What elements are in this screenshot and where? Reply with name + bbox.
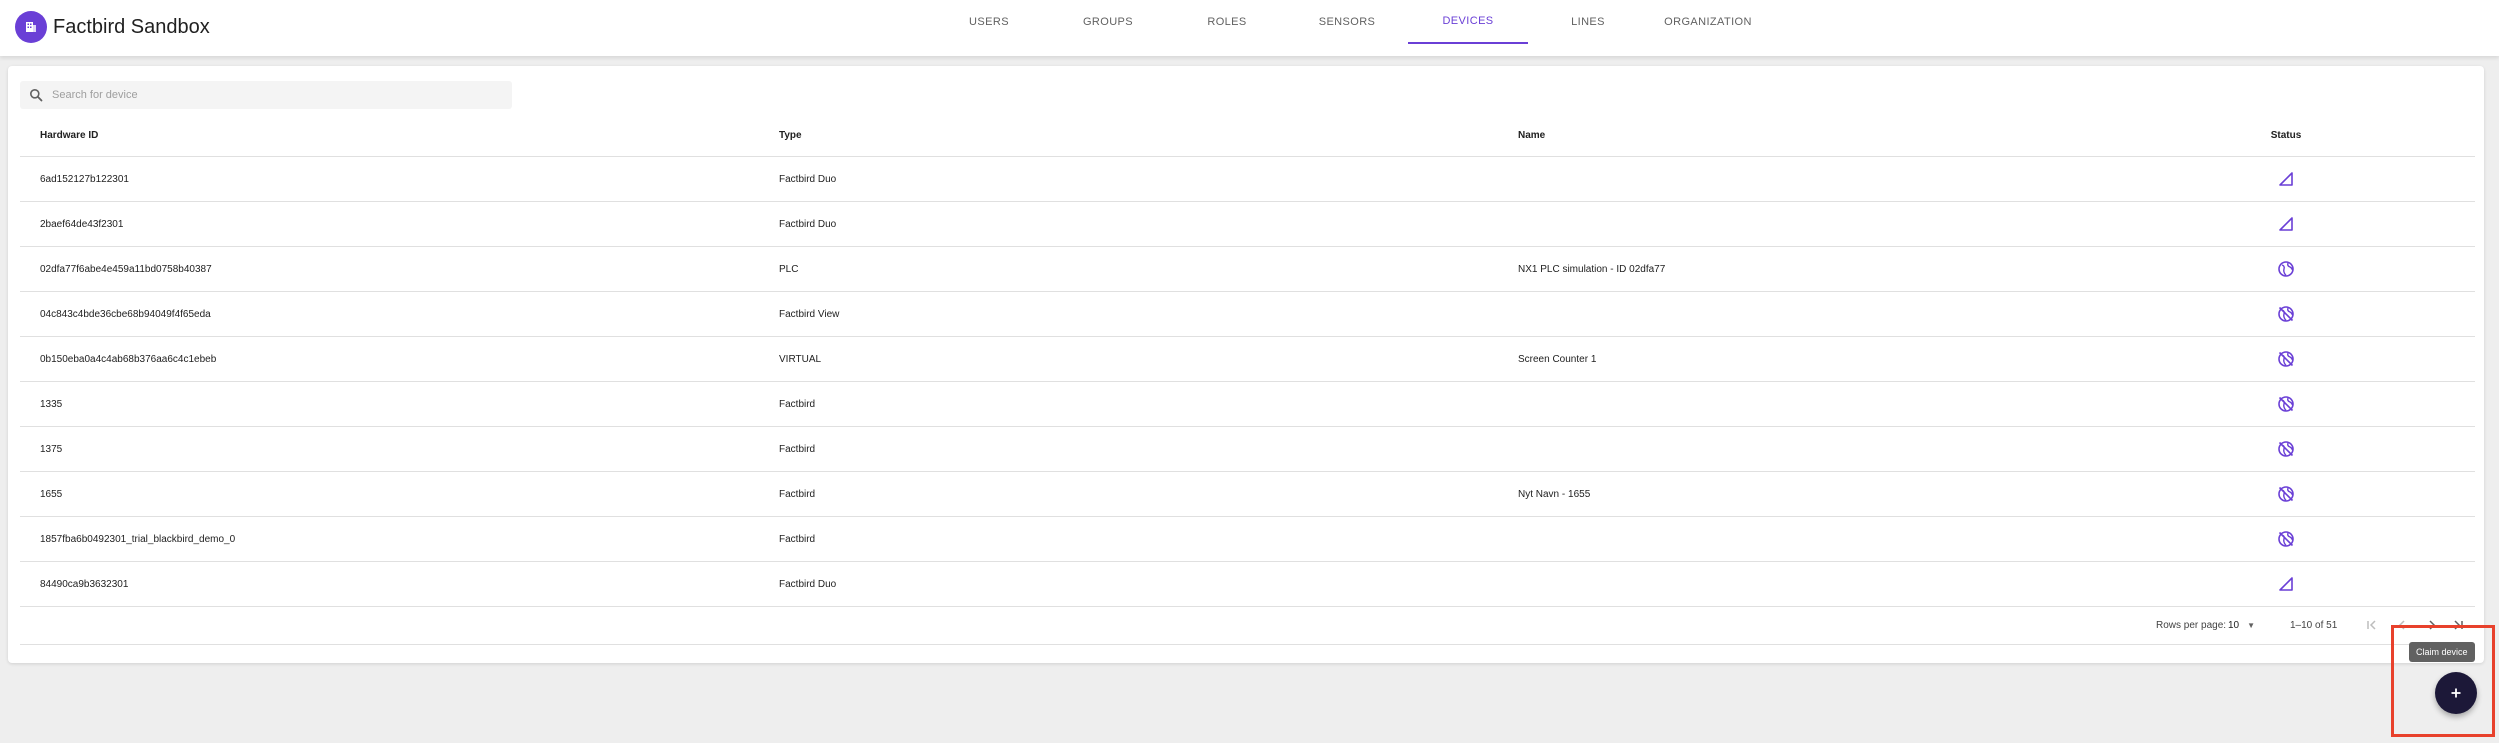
signal-icon bbox=[2279, 577, 2293, 591]
rows-per-page-value: 10 bbox=[2228, 619, 2240, 631]
status-cell bbox=[2256, 562, 2316, 606]
rows-per-page-label: Rows per page: bbox=[2156, 619, 2227, 631]
status-cell bbox=[2256, 202, 2316, 246]
status-cell bbox=[2256, 517, 2316, 561]
type-cell: Factbird Duo bbox=[779, 578, 837, 590]
status-cell bbox=[2256, 247, 2316, 291]
building-icon[interactable] bbox=[15, 11, 47, 43]
table-body: 6ad152127b122301 Factbird Duo 2baef64de43f… bbox=[20, 157, 2475, 607]
claim-device-tooltip: Claim device bbox=[2409, 642, 2475, 662]
type-cell: VIRTUAL bbox=[779, 353, 822, 365]
type-cell: Factbird Duo bbox=[779, 218, 837, 230]
type-cell: PLC bbox=[779, 263, 799, 275]
status-cell bbox=[2256, 427, 2316, 471]
name-cell: Nyt Navn - 1655 bbox=[1518, 488, 1591, 500]
column-hardware-id[interactable]: Hardware ID bbox=[40, 115, 98, 156]
tab-lines[interactable]: LINES bbox=[1556, 0, 1620, 44]
search-input[interactable] bbox=[52, 81, 502, 109]
hardware-id-cell: 02dfa77f6abe4e459a11bd0758b40387 bbox=[40, 263, 212, 275]
table-row[interactable]: 04c843c4bde36cbe68b94049f4f65eda Factbird… bbox=[20, 292, 2475, 337]
tab-roles[interactable]: ROLES bbox=[1194, 0, 1260, 44]
table-row[interactable]: 6ad152127b122301 Factbird Duo bbox=[20, 157, 2475, 202]
globe-off-icon bbox=[2278, 441, 2294, 457]
hardware-id-cell: 6ad152127b122301 bbox=[40, 173, 129, 185]
table-row[interactable]: 1655 Factbird Nyt Navn - 1655 bbox=[20, 472, 2475, 517]
column-type[interactable]: Type bbox=[779, 115, 802, 156]
table-row[interactable]: 1857fba6b0492301_trial_blackbird_demo_0 F… bbox=[20, 517, 2475, 562]
app-bar: Factbird Sandbox USERS GROUPS ROLES SENS… bbox=[0, 0, 2499, 56]
name-cell: NX1 PLC simulation - ID 02dfa77 bbox=[1518, 263, 1666, 275]
first-page-icon bbox=[2367, 620, 2376, 630]
hardware-id-cell: 0b150eba0a4c4ab68b376aa6c4c1ebeb bbox=[40, 353, 217, 365]
tab-devices[interactable]: DEVICES bbox=[1408, 0, 1528, 44]
type-cell: Factbird bbox=[779, 443, 816, 455]
rows-per-page-select[interactable]: 10 ▼ bbox=[2228, 605, 2255, 645]
globe-off-icon bbox=[2278, 351, 2294, 367]
type-cell: Factbird View bbox=[779, 308, 840, 320]
name-cell: Screen Counter 1 bbox=[1518, 353, 1597, 365]
globe-off-icon bbox=[2278, 306, 2294, 322]
table-row[interactable]: 84490ca9b3632301 Factbird Duo bbox=[20, 562, 2475, 607]
table-row[interactable]: 02dfa77f6abe4e459a11bd0758b40387 PLC NX1 P… bbox=[20, 247, 2475, 292]
table-row[interactable]: 1375 Factbird bbox=[20, 427, 2475, 472]
table-row[interactable]: 1335 Factbird bbox=[20, 382, 2475, 427]
hardware-id-cell: 2baef64de43f2301 bbox=[40, 218, 124, 230]
type-cell: Factbird Duo bbox=[779, 173, 837, 185]
pagination: Rows per page: 10 ▼ 1–10 of 51 bbox=[20, 605, 2475, 645]
devices-table: Hardware ID Type Name Status 6ad152127b1… bbox=[20, 115, 2475, 607]
search-box bbox=[20, 81, 512, 109]
last-page-icon bbox=[2454, 620, 2463, 630]
globe-off-icon bbox=[2278, 531, 2294, 547]
devices-card: Hardware ID Type Name Status 6ad152127b1… bbox=[8, 66, 2484, 663]
previous-page-button[interactable] bbox=[2392, 615, 2412, 635]
hardware-id-cell: 1857fba6b0492301_trial_blackbird_demo_0 bbox=[40, 533, 236, 545]
column-name[interactable]: Name bbox=[1518, 115, 1545, 156]
hardware-id-cell: 1655 bbox=[40, 488, 63, 500]
hardware-id-cell: 1335 bbox=[40, 398, 63, 410]
table-row[interactable]: 2baef64de43f2301 Factbird Duo bbox=[20, 202, 2475, 247]
type-cell: Factbird bbox=[779, 533, 816, 545]
claim-device-button[interactable] bbox=[2435, 672, 2477, 714]
plus-icon bbox=[2451, 688, 2461, 698]
status-cell bbox=[2256, 382, 2316, 426]
signal-icon bbox=[2279, 172, 2293, 186]
tab-groups[interactable]: GROUPS bbox=[1071, 0, 1145, 44]
next-page-button[interactable] bbox=[2422, 615, 2442, 635]
table-header: Hardware ID Type Name Status bbox=[20, 115, 2475, 157]
hardware-id-cell: 1375 bbox=[40, 443, 63, 455]
chevron-left-icon bbox=[2398, 620, 2405, 630]
globe-off-icon bbox=[2278, 396, 2294, 412]
signal-icon bbox=[2279, 217, 2293, 231]
type-cell: Factbird bbox=[779, 488, 816, 500]
globe-off-icon bbox=[2278, 486, 2294, 502]
column-status[interactable]: Status bbox=[2256, 115, 2316, 156]
tab-organization[interactable]: ORGANIZATION bbox=[1660, 0, 1756, 44]
chevron-right-icon bbox=[2429, 620, 2436, 630]
type-cell: Factbird bbox=[779, 398, 816, 410]
tab-sensors[interactable]: SENSORS bbox=[1310, 0, 1384, 44]
caret-down-icon: ▼ bbox=[2247, 620, 2256, 630]
table-row[interactable]: 0b150eba0a4c4ab68b376aa6c4c1ebeb VIRTUAL S… bbox=[20, 337, 2475, 382]
status-cell bbox=[2256, 292, 2316, 336]
globe-icon bbox=[2278, 261, 2294, 277]
last-page-button[interactable] bbox=[2448, 615, 2468, 635]
app-title: Factbird Sandbox bbox=[53, 16, 210, 38]
hardware-id-cell: 04c843c4bde36cbe68b94049f4f65eda bbox=[40, 308, 211, 320]
status-cell bbox=[2256, 157, 2316, 201]
first-page-button[interactable] bbox=[2362, 615, 2382, 635]
search-icon bbox=[30, 89, 43, 102]
status-cell bbox=[2256, 337, 2316, 381]
pagination-range: 1–10 of 51 bbox=[2290, 619, 2338, 631]
tab-users[interactable]: USERS bbox=[954, 0, 1024, 44]
hardware-id-cell: 84490ca9b3632301 bbox=[40, 578, 129, 590]
status-cell bbox=[2256, 472, 2316, 516]
